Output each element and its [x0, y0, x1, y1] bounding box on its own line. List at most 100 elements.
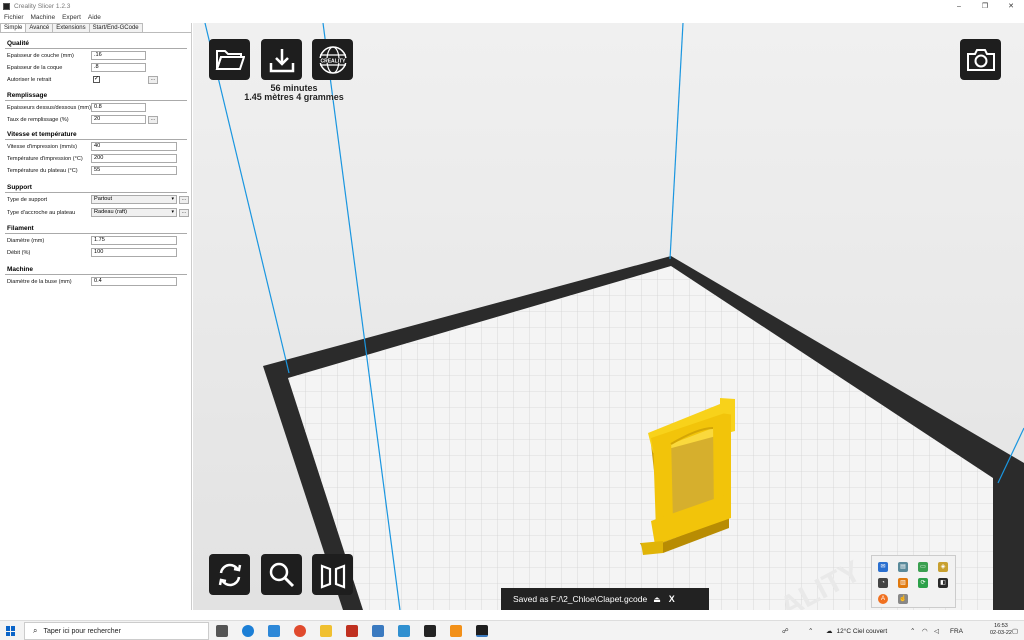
language-indicator[interactable]: FRA	[950, 621, 963, 640]
saved-message: Saved as F:/\2_Chloe\Clapet.gcode	[513, 594, 648, 604]
row-label: Diamètre de la buse (mm)	[7, 279, 72, 285]
save-gcode-button[interactable]	[261, 39, 302, 80]
vitesse-impression-input[interactable]: 40	[91, 142, 177, 151]
system-clock[interactable]: 16:53 02-03-22	[990, 623, 1012, 637]
menu-fichier[interactable]: Fichier	[4, 14, 24, 21]
epaisseur-couche-input[interactable]: .16	[91, 51, 146, 60]
windows-taskbar: ⌕ Taper ici pour rechercher ☍ ⌃ ☁ 12°C C…	[0, 620, 1024, 640]
mail-icon[interactable]: ✉	[878, 562, 888, 572]
notification-icon[interactable]: ▢	[1012, 621, 1018, 640]
creality-cloud-button[interactable]: CREALITY	[312, 39, 353, 80]
row-debit: Débit (%) 100	[0, 248, 190, 258]
maximize-button[interactable]: ❐	[972, 0, 998, 12]
nvidia-icon[interactable]: ◧	[938, 578, 948, 588]
row-diametre: Diamètre (mm) 1.75	[0, 236, 190, 246]
tab-avance[interactable]: Avancé	[25, 23, 54, 32]
row-label: Débit (%)	[7, 250, 31, 256]
package-icon[interactable]: ▥	[898, 578, 908, 588]
network-app-icon[interactable]: ◔	[878, 578, 888, 588]
tab-simple[interactable]: Simple	[0, 23, 27, 32]
usb-drive-icon[interactable]: ▤	[898, 562, 908, 572]
display-icon[interactable]: ▭	[918, 562, 928, 572]
build-volume-edge	[669, 23, 684, 260]
creality-slicer-taskbar-icon[interactable]	[476, 625, 488, 637]
wifi-icon[interactable]: ◠	[922, 621, 928, 640]
temperature-plateau-input[interactable]: 55	[91, 166, 177, 175]
row-label: Epaisseur de la coque	[7, 65, 63, 71]
support-settings-button[interactable]: ...	[179, 196, 189, 204]
windows-start-icon[interactable]	[6, 626, 16, 636]
open-file-button[interactable]	[209, 39, 250, 80]
row-epaisseur-coque: Epaisseur de la coque .8	[0, 63, 190, 73]
section-divider	[5, 274, 187, 275]
weather-text: 12°C Ciel couvert	[836, 627, 888, 635]
rotate-tool-button[interactable]	[209, 554, 250, 595]
avast-icon[interactable]: A	[878, 594, 888, 604]
retrait-settings-button[interactable]: ...	[148, 76, 158, 84]
task-view-icon[interactable]	[216, 625, 228, 637]
debit-input[interactable]: 100	[91, 248, 177, 257]
app-icon	[3, 2, 10, 10]
remplissage-settings-button[interactable]: ...	[148, 116, 158, 124]
section-title-remplissage: Remplissage	[7, 92, 48, 99]
people-icon[interactable]: ☍	[782, 621, 789, 640]
taux-remplissage-input[interactable]: 20	[91, 115, 146, 124]
volume-icon[interactable]: ◁	[934, 621, 939, 640]
tray-expand-icon[interactable]: ⌃	[910, 621, 915, 640]
clock-date: 02-03-22	[989, 630, 1012, 636]
row-label: Type d'accroche au plateau	[7, 210, 76, 216]
search-placeholder: Taper ici pour rechercher	[43, 627, 121, 635]
type-accroche-select[interactable]: Radeau (raft) ▾	[91, 208, 177, 217]
file-explorer-icon[interactable]	[320, 625, 332, 637]
menu-aide[interactable]: Aide	[88, 14, 101, 21]
section-title-vitesse: Vitesse et température	[7, 131, 77, 138]
tab-start-end-gcode[interactable]: Start/End-GCode	[88, 23, 143, 32]
diametre-buse-input[interactable]: 0.4	[91, 277, 177, 286]
close-button[interactable]: ✕	[998, 0, 1024, 12]
row-vitesse-impression: Vitesse d'impression (mm/s) 40	[0, 142, 190, 152]
row-label: Diamètre (mm)	[7, 238, 45, 244]
tab-extensions[interactable]: Extensions	[52, 23, 90, 32]
mail-app-icon[interactable]	[398, 625, 410, 637]
minimize-button[interactable]: –	[946, 0, 972, 12]
menu-machine[interactable]: Machine	[31, 14, 56, 21]
settings-panel: Simple Avancé Extensions Start/End-GCode…	[0, 23, 192, 610]
epaisseur-coque-input[interactable]: .8	[91, 63, 146, 72]
select-value: Radeau (raft)	[94, 209, 127, 215]
temperature-impression-input[interactable]: 200	[91, 154, 177, 163]
chrome-icon[interactable]	[294, 625, 306, 637]
chevron-up-icon[interactable]: ⌃	[808, 621, 813, 640]
edge-icon[interactable]	[242, 625, 254, 637]
weather-widget[interactable]: ☁ 12°C Ciel couvert	[826, 621, 887, 640]
row-label: Taux de remplissage (%)	[7, 117, 69, 123]
app-icon-dark[interactable]	[424, 625, 436, 637]
rotate-icon	[218, 563, 241, 586]
close-notification-button[interactable]: X	[669, 594, 675, 604]
taskbar-search[interactable]: ⌕ Taper ici pour rechercher	[24, 622, 209, 640]
accroche-settings-button[interactable]: ...	[179, 209, 189, 217]
mirror-tool-button[interactable]	[312, 554, 353, 595]
diametre-input[interactable]: 1.75	[91, 236, 177, 245]
type-support-select[interactable]: Partout ▾	[91, 195, 177, 204]
app-icon-orange[interactable]	[450, 625, 462, 637]
creality-logo-icon: CREALITY	[317, 45, 348, 74]
app-icon-red[interactable]	[346, 625, 358, 637]
eject-icon[interactable]: ⏏	[653, 595, 661, 604]
row-epaisseur-couche: Epaisseur de couche (mm) .16	[0, 51, 190, 61]
screenshot-button[interactable]	[960, 39, 1001, 80]
calculator-icon[interactable]	[372, 625, 384, 637]
menu-expert[interactable]: Expert	[62, 14, 81, 21]
store-icon[interactable]	[268, 625, 280, 637]
row-epaisseurs-dessus: Epaisseurs dessus/dessous (mm) 0.8	[0, 103, 190, 113]
scale-tool-button[interactable]	[261, 554, 302, 595]
epaisseurs-dessus-input[interactable]: 0.8	[91, 103, 146, 112]
autoriser-retrait-checkbox[interactable]: ✓	[93, 76, 100, 83]
shield-icon[interactable]: ◈	[938, 562, 948, 572]
section-divider	[5, 48, 187, 49]
sync-icon[interactable]: ⟳	[918, 578, 928, 588]
pointer-icon[interactable]: ☝	[898, 594, 908, 604]
row-label: Autoriser le retrait	[7, 77, 52, 83]
section-divider	[5, 100, 187, 101]
row-label: Température d'impression (°C)	[7, 156, 83, 162]
3d-viewport[interactable]: ALITY CREALITY 56 minutes 1.45 mètres 4 …	[193, 23, 1024, 610]
